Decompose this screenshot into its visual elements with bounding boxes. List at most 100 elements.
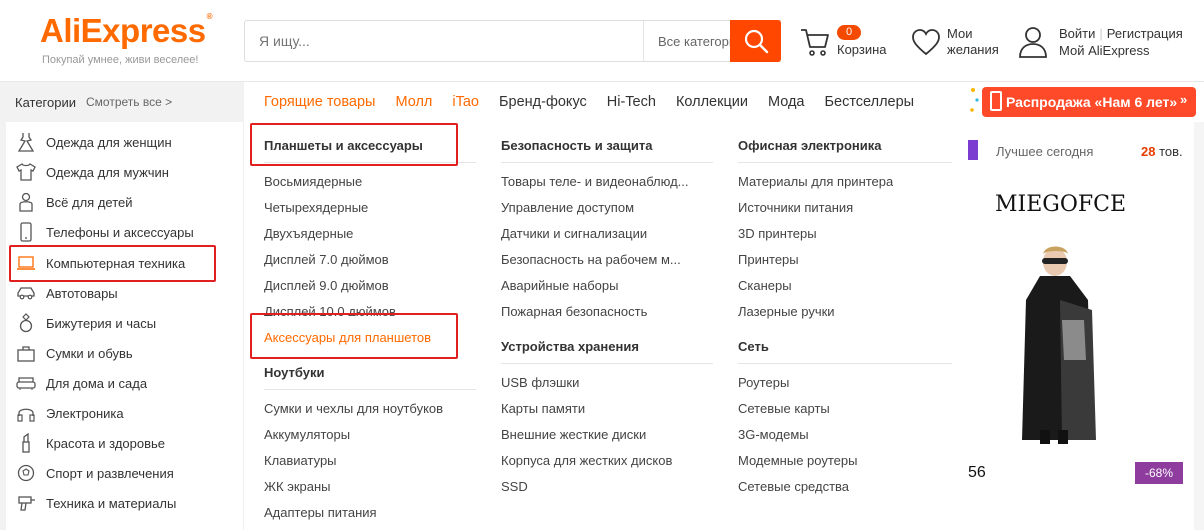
sidebar-item-label: Спорт и развлечения	[46, 465, 174, 481]
col1-link[interactable]: Дисплей 7.0 дюймов	[264, 252, 389, 267]
cart-button[interactable]: 0 Корзина	[799, 24, 899, 60]
col2-link[interactable]: Пожарная безопасность	[501, 304, 647, 319]
col2-divider	[501, 162, 713, 163]
col3-link[interactable]: Источники питания	[738, 200, 853, 215]
see-all-link[interactable]: Смотреть все >	[86, 95, 172, 109]
highlight-box	[250, 123, 458, 166]
col3-link[interactable]: Материалы для принтера	[738, 174, 893, 189]
col2-link[interactable]: SSD	[501, 479, 528, 494]
category-marker	[968, 140, 978, 160]
sidebar-item-bags[interactable]: Сумки и обувь	[0, 338, 244, 368]
wishlist-label: Мои желания	[947, 26, 1007, 58]
col1-link[interactable]: Двухъядерные	[264, 226, 353, 241]
categories-header[interactable]: Категории Смотреть все >	[0, 82, 244, 122]
nav-hot-deals[interactable]: Горящие товары	[264, 94, 375, 110]
col2-divider-2	[501, 363, 713, 364]
col3-link[interactable]: 3G-модемы	[738, 427, 809, 442]
col2-heading-2[interactable]: Устройства хранения	[501, 339, 639, 354]
col1-heading-2[interactable]: Ноутбуки	[264, 365, 325, 380]
col3-link[interactable]: Принтеры	[738, 252, 799, 267]
col3-link[interactable]: Сканеры	[738, 278, 792, 293]
sidebar-item-kids[interactable]: Всё для детей	[0, 187, 244, 217]
nav-brand-focus[interactable]: Бренд-фокус	[499, 94, 587, 110]
col2-link[interactable]: Безопасность на рабочем м...	[501, 252, 701, 267]
col1-link[interactable]: Клавиатуры	[264, 453, 337, 468]
col2-link[interactable]: Внешние жесткие диски	[501, 427, 646, 442]
col3-heading-2[interactable]: Сеть	[738, 339, 769, 354]
col2-link[interactable]: Карты памяти	[501, 401, 585, 416]
nav-mall[interactable]: Молл	[395, 94, 432, 110]
ring-icon	[16, 313, 36, 333]
col1-link[interactable]: Восьмиядерные	[264, 174, 362, 189]
sidebar-item-tools[interactable]: Техника и материалы	[0, 488, 244, 518]
sofa-icon	[16, 373, 36, 393]
sidebar-item-label: Автотовары	[46, 285, 118, 301]
highlight-box	[250, 313, 458, 359]
sidebar-item-label: Для дома и сада	[46, 375, 148, 391]
sidebar-item-auto[interactable]: Автотовары	[0, 278, 244, 308]
sidebar-item-label: Электроника	[46, 405, 124, 421]
login-link[interactable]: Войти	[1059, 26, 1095, 41]
col2-link[interactable]: Датчики и сигнализации	[501, 226, 647, 241]
promo-banner[interactable]: Распродажа «Нам 6 лет»	[982, 87, 1196, 117]
sidebar-item-women[interactable]: Одежда для женщин	[0, 127, 244, 157]
wishlist-button[interactable]: Мои желания	[911, 24, 1011, 60]
nav-collections[interactable]: Коллекции	[676, 94, 748, 110]
count-unit: тов.	[1159, 144, 1183, 159]
best-today-count: 28 тов.	[1141, 144, 1183, 159]
col2-link[interactable]: USB флэшки	[501, 375, 579, 390]
sidebar-item-beauty[interactable]: Красота и здоровье	[0, 428, 244, 458]
col2-link[interactable]: Управление доступом	[501, 200, 634, 215]
cart-count-badge: 0	[837, 25, 861, 40]
col3-link[interactable]: Сетевые карты	[738, 401, 830, 416]
nav-links: Горящие товары Молл iTao Бренд-фокус Hi-…	[264, 82, 934, 122]
nav-itao[interactable]: iTao	[452, 94, 479, 110]
col3-link[interactable]: Модемные роутеры	[738, 453, 857, 468]
col2-heading[interactable]: Безопасность и защита	[501, 138, 652, 153]
product-brand: MIEGOFCE	[995, 192, 1127, 217]
col3-link[interactable]: 3D принтеры	[738, 226, 817, 241]
col1-link[interactable]: Четырехядерные	[264, 200, 368, 215]
nav-bestsellers[interactable]: Бестселлеры	[824, 94, 914, 110]
nav-fashion[interactable]: Мода	[768, 94, 805, 110]
discount-badge: -68%	[1135, 462, 1183, 484]
col2-link[interactable]: Корпуса для жестких дисков	[501, 453, 672, 468]
heart-icon	[912, 29, 940, 56]
sidebar-item-home[interactable]: Для дома и сада	[0, 368, 244, 398]
col3-link[interactable]: Роутеры	[738, 375, 789, 390]
account-area: Войти | Регистрация Мой AliExpress	[1018, 24, 1204, 60]
col3-heading[interactable]: Офисная электроника	[738, 138, 882, 153]
col1-link[interactable]: Аккумуляторы	[264, 427, 350, 442]
nav-hi-tech[interactable]: Hi-Tech	[607, 94, 656, 110]
sidebar-item-label: Одежда для женщин	[46, 134, 172, 150]
sidebar-item-men[interactable]: Одежда для мужчин	[0, 157, 244, 187]
count-value: 28	[1141, 144, 1156, 159]
col1-link[interactable]: Адаптеры питания	[264, 505, 377, 520]
register-link[interactable]: Регистрация	[1107, 26, 1183, 41]
col2-link[interactable]: Аварийные наборы	[501, 278, 618, 293]
sidebar-item-phones[interactable]: Телефоны и аксессуары	[0, 217, 244, 247]
col2-link[interactable]: Товары теле- и видеонаблюд...	[501, 174, 701, 189]
col3-link[interactable]: Лазерные ручки	[738, 304, 835, 319]
sidebar-item-label: Красота и здоровье	[46, 435, 166, 451]
left-edge	[0, 122, 6, 530]
search-input[interactable]	[245, 21, 643, 61]
col1-link[interactable]: Дисплей 9.0 дюймов	[264, 278, 389, 293]
sidebar-item-jewelry[interactable]: Бижутерия и часы	[0, 308, 244, 338]
category-sidebar: Одежда для женщин Одежда для мужчин Всё …	[0, 122, 244, 530]
sidebar-item-sport[interactable]: Спорт и развлечения	[0, 458, 244, 488]
col1-link[interactable]: Сумки и чехлы для ноутбуков	[264, 401, 443, 416]
wishlist-label-line1: Мои	[947, 26, 973, 41]
highlight-box	[9, 245, 216, 282]
ball-icon	[16, 463, 36, 483]
col3-link[interactable]: Сетевые средства	[738, 479, 849, 494]
sidebar-item-electronics[interactable]: Электроника	[0, 398, 244, 428]
col1-link[interactable]: ЖК экраны	[264, 479, 331, 494]
auth-links: Войти | Регистрация	[1059, 26, 1183, 41]
my-account-link[interactable]: Мой AliExpress	[1059, 43, 1150, 58]
aliexpress-logo[interactable]: AliExpress®	[40, 12, 213, 50]
dress-icon	[16, 132, 36, 152]
search-button[interactable]	[730, 20, 781, 62]
baby-icon	[16, 192, 36, 212]
product-image[interactable]	[1000, 240, 1110, 445]
